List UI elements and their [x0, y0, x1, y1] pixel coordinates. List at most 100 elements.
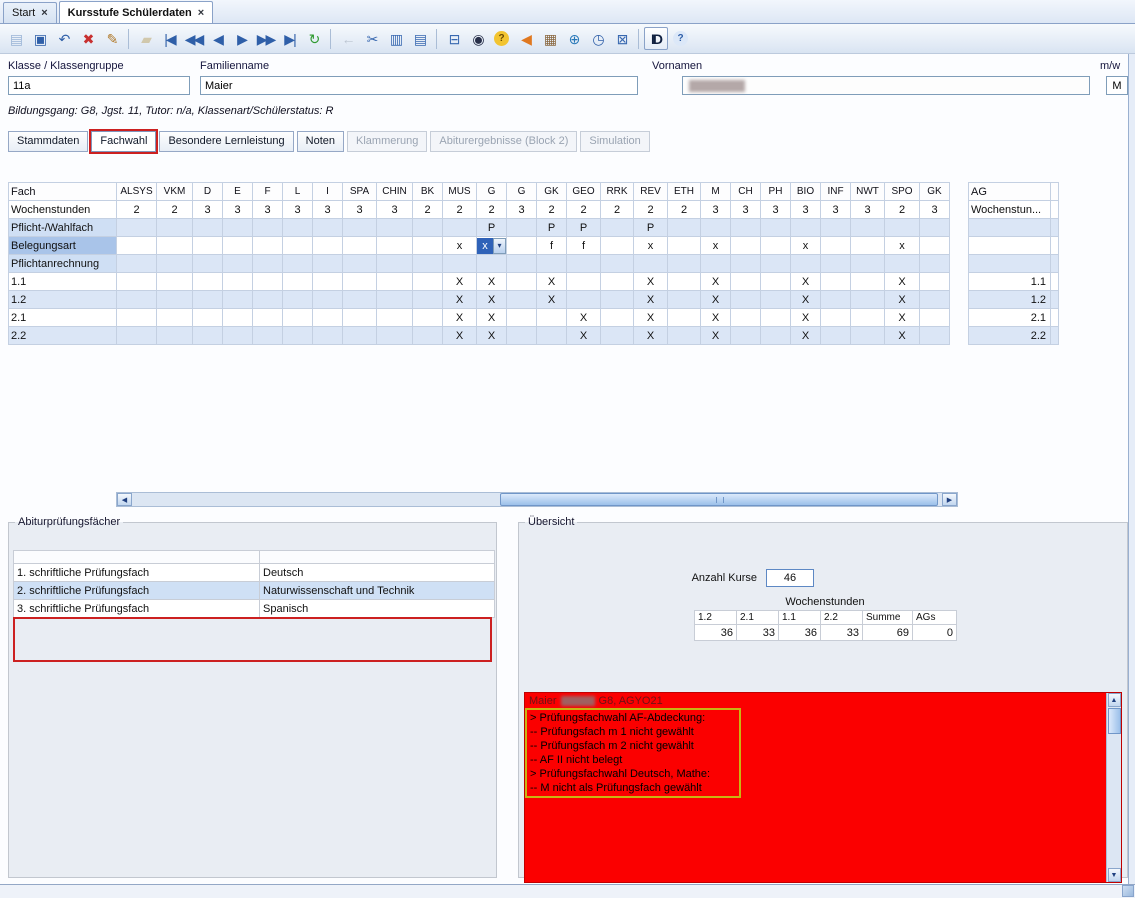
fachwahl-cell[interactable]: f: [537, 237, 567, 255]
fachwahl-cell[interactable]: [343, 219, 377, 237]
row-label-wochenstunden[interactable]: Wochenstunden: [9, 201, 117, 219]
fachwahl-cell[interactable]: 3: [791, 201, 821, 219]
fast-backward-icon[interactable]: ◀◀: [182, 27, 205, 50]
fachwahl-cell[interactable]: 3: [851, 201, 885, 219]
resize-grip[interactable]: [1122, 885, 1134, 897]
ag-cell[interactable]: [1051, 327, 1059, 345]
fachwahl-cell[interactable]: [668, 273, 701, 291]
ag-cell[interactable]: [969, 219, 1051, 237]
fachwahl-cell[interactable]: X: [885, 309, 920, 327]
combo-dropdown-icon[interactable]: ▾: [493, 238, 506, 254]
fachwahl-cell[interactable]: [731, 237, 761, 255]
pruefungsfach-value[interactable]: Naturwissenschaft und Technik: [260, 582, 495, 600]
fachwahl-cell[interactable]: [313, 327, 343, 345]
ag-cell[interactable]: [1051, 237, 1059, 255]
fachwahl-cell[interactable]: [537, 327, 567, 345]
scrollbar-thumb[interactable]: [1108, 708, 1121, 734]
fachwahl-cell[interactable]: [761, 327, 791, 345]
next-record-icon[interactable]: ▶: [230, 27, 253, 50]
fachwahl-cell[interactable]: [193, 309, 223, 327]
fachwahl-cell[interactable]: [791, 255, 821, 273]
fachwahl-cell[interactable]: [283, 219, 313, 237]
fachwahl-cell[interactable]: 3: [223, 201, 253, 219]
fachwahl-cell[interactable]: [668, 237, 701, 255]
paste-icon[interactable]: ▤: [408, 27, 431, 50]
fachwahl-cell[interactable]: [313, 309, 343, 327]
fachwahl-cell[interactable]: [920, 219, 950, 237]
ag-cell[interactable]: [1051, 309, 1059, 327]
fachwahl-cell[interactable]: [223, 219, 253, 237]
fachwahl-cell[interactable]: [193, 291, 223, 309]
save-icon[interactable]: ▣: [28, 27, 51, 50]
fachwahl-cell[interactable]: [193, 327, 223, 345]
id-button[interactable]: ID: [644, 27, 668, 50]
fachwahl-cell[interactable]: X: [443, 273, 477, 291]
window-tab-kursstufe-sch-lerdaten[interactable]: Kursstufe Schülerdaten×: [59, 1, 214, 23]
fachwahl-cell[interactable]: [223, 309, 253, 327]
fachwahl-cell[interactable]: X: [885, 291, 920, 309]
fachwahl-cell[interactable]: [253, 237, 283, 255]
fachwahl-cell[interactable]: [377, 255, 413, 273]
fachwahl-cell[interactable]: [223, 291, 253, 309]
row-label-pflicht-wahlfach[interactable]: Pflicht-/Wahlfach: [9, 219, 117, 237]
fachwahl-cell[interactable]: 2: [477, 201, 507, 219]
first-record-icon[interactable]: |◀: [158, 27, 181, 50]
fachwahl-cell[interactable]: [377, 237, 413, 255]
fachwahl-cell[interactable]: [791, 219, 821, 237]
fachwahl-cell[interactable]: 2: [668, 201, 701, 219]
fachwahl-cell[interactable]: [253, 291, 283, 309]
row-label-1-2[interactable]: 1.2: [9, 291, 117, 309]
fachwahl-cell[interactable]: X: [791, 291, 821, 309]
fachwahl-cell[interactable]: X: [634, 309, 668, 327]
fachwahl-cell[interactable]: 2: [634, 201, 668, 219]
fachwahl-cell[interactable]: [885, 255, 920, 273]
fachwahl-cell[interactable]: [761, 291, 791, 309]
help-icon[interactable]: ?: [669, 27, 692, 50]
fachwahl-cell[interactable]: [731, 273, 761, 291]
fachwahl-cell[interactable]: [821, 273, 851, 291]
fachwahl-cell[interactable]: [761, 219, 791, 237]
fachwahl-cell[interactable]: [313, 219, 343, 237]
fachwahl-cell[interactable]: [731, 327, 761, 345]
fachwahl-cell[interactable]: 2: [567, 201, 601, 219]
mw-input[interactable]: [1106, 76, 1128, 95]
window-tab-start[interactable]: Start×: [3, 2, 57, 23]
world-clock-icon[interactable]: ⊕: [562, 27, 585, 50]
fast-forward-icon[interactable]: ▶▶: [254, 27, 277, 50]
fachwahl-cell[interactable]: [253, 327, 283, 345]
fachwahl-cell[interactable]: X: [477, 327, 507, 345]
fachwahl-cell[interactable]: [601, 309, 634, 327]
fachwahl-cell[interactable]: [821, 219, 851, 237]
close-tab-icon[interactable]: ×: [198, 7, 204, 19]
fachwahl-cell[interactable]: X: [477, 273, 507, 291]
fachwahl-cell[interactable]: [885, 219, 920, 237]
tab-fachwahl[interactable]: Fachwahl: [91, 131, 156, 152]
fachwahl-cell[interactable]: [920, 273, 950, 291]
fachwahl-cell[interactable]: [343, 255, 377, 273]
fachwahl-cell[interactable]: [477, 255, 507, 273]
fachwahl-cell[interactable]: x: [885, 237, 920, 255]
fachwahl-cell[interactable]: 2: [443, 201, 477, 219]
fachwahl-cell[interactable]: [413, 237, 443, 255]
fachwahl-cell[interactable]: [821, 327, 851, 345]
fachwahl-cell[interactable]: [761, 255, 791, 273]
fachwahl-cell[interactable]: [920, 255, 950, 273]
klasse-input[interactable]: [8, 76, 190, 95]
fachwahl-cell[interactable]: X: [443, 309, 477, 327]
fachwahl-cell[interactable]: [157, 273, 193, 291]
fachwahl-cell[interactable]: x: [634, 237, 668, 255]
fachwahl-cell[interactable]: [601, 255, 634, 273]
fachwahl-cell[interactable]: 2: [601, 201, 634, 219]
delete-icon[interactable]: ✖: [76, 27, 99, 50]
fachwahl-cell[interactable]: X: [477, 291, 507, 309]
fachwahl-cell[interactable]: [507, 237, 537, 255]
fachwahl-cell[interactable]: 3: [377, 201, 413, 219]
fachwahl-cell[interactable]: [117, 273, 157, 291]
fachwahl-cell[interactable]: [343, 273, 377, 291]
fachwahl-cell[interactable]: 3: [313, 201, 343, 219]
ag-cell[interactable]: [969, 255, 1051, 273]
fachwahl-cell[interactable]: [601, 219, 634, 237]
fachwahl-cell[interactable]: 2: [413, 201, 443, 219]
fachwahl-cell[interactable]: [117, 255, 157, 273]
fachwahl-cell[interactable]: 3: [821, 201, 851, 219]
